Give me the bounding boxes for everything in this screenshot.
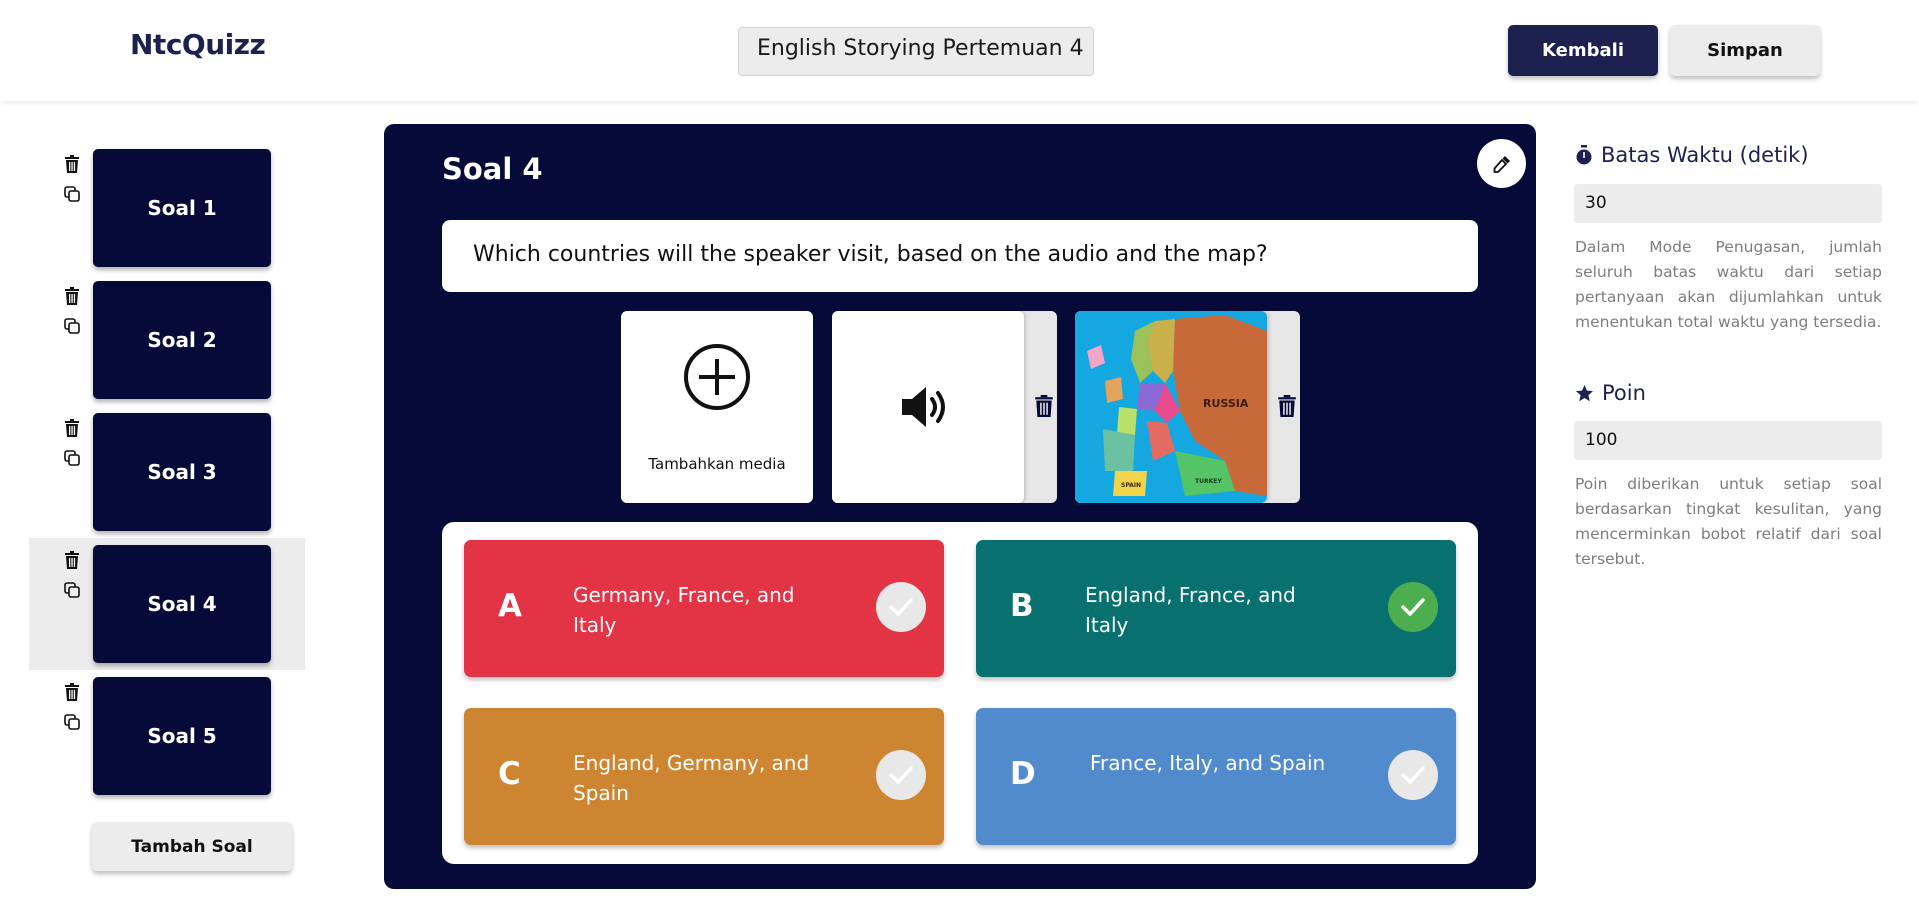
- check-icon: [889, 598, 913, 616]
- question-row-1: Soal 1: [29, 149, 305, 281]
- points-label: Poin: [1602, 381, 1646, 405]
- top-bar: NtcQuizz English Storying Pertemuan 4 Ke…: [0, 0, 1919, 101]
- theme-picker-button[interactable]: [1477, 139, 1526, 188]
- logo: NtcQuizz: [130, 28, 266, 61]
- points-heading: Poin: [1575, 381, 1646, 405]
- trash-icon[interactable]: [1034, 395, 1054, 417]
- points-description: Poin diberikan untuk setiap soal berdasa…: [1575, 475, 1882, 568]
- time-limit-label: Batas Waktu (detik): [1601, 143, 1809, 167]
- answer-letter: D: [1010, 756, 1036, 792]
- answer-text[interactable]: France, Italy, and Spain: [1090, 748, 1345, 778]
- question-card[interactable]: Soal 2: [93, 281, 271, 399]
- trash-icon[interactable]: [63, 551, 81, 569]
- copy-icon[interactable]: [64, 450, 80, 466]
- image-media-item: RUSSIA TURKEY SPAIN: [1075, 311, 1300, 503]
- copy-icon[interactable]: [64, 318, 80, 334]
- answer-text[interactable]: England, France, and Italy: [1085, 580, 1340, 640]
- audio-media-item: [832, 311, 1057, 503]
- question-editor: Soal 4 Which countries will the speaker …: [384, 124, 1536, 889]
- question-title: Soal 4: [442, 152, 543, 186]
- star-icon: [1575, 384, 1594, 401]
- add-media-label: Tambahkan media: [648, 455, 786, 473]
- trash-icon[interactable]: [63, 683, 81, 701]
- question-card[interactable]: Soal 1: [93, 149, 271, 267]
- answer-option-a[interactable]: A Germany, France, and Italy: [464, 540, 944, 677]
- check-icon: [1401, 766, 1425, 784]
- add-question-button[interactable]: Tambah Soal: [92, 822, 292, 871]
- copy-icon[interactable]: [64, 714, 80, 730]
- question-card[interactable]: Soal 4: [93, 545, 271, 663]
- question-row-5: Soal 5: [29, 677, 305, 809]
- map-label-russia: RUSSIA: [1203, 397, 1249, 410]
- answer-text[interactable]: England, Germany, and Spain: [573, 748, 828, 808]
- check-icon: [889, 766, 913, 784]
- answer-letter: C: [498, 756, 521, 792]
- correct-toggle[interactable]: [1388, 582, 1438, 632]
- question-row-3: Soal 3: [29, 413, 305, 545]
- save-button[interactable]: Simpan: [1670, 25, 1820, 76]
- trash-icon[interactable]: [63, 419, 81, 437]
- question-card[interactable]: Soal 5: [93, 677, 271, 795]
- answer-grid: A Germany, France, and Italy B England, …: [442, 522, 1478, 864]
- copy-icon[interactable]: [64, 186, 80, 202]
- copy-icon[interactable]: [64, 582, 80, 598]
- back-button[interactable]: Kembali: [1508, 25, 1658, 76]
- plus-circle-icon: [684, 344, 750, 410]
- question-card[interactable]: Soal 3: [93, 413, 271, 531]
- correct-toggle[interactable]: [1388, 750, 1438, 800]
- europe-map-image: RUSSIA TURKEY SPAIN: [1075, 311, 1267, 503]
- question-row-2: Soal 2: [29, 281, 305, 413]
- trash-icon[interactable]: [63, 155, 81, 173]
- question-text-input[interactable]: Which countries will the speaker visit, …: [442, 220, 1478, 292]
- answer-option-d[interactable]: D France, Italy, and Spain: [976, 708, 1456, 845]
- map-label-turkey: TURKEY: [1195, 478, 1222, 485]
- time-limit-description: Dalam Mode Penugasan, jumlah seluruh bat…: [1575, 238, 1882, 331]
- answer-text[interactable]: Germany, France, and Italy: [573, 580, 828, 640]
- add-media-button[interactable]: Tambahkan media: [621, 311, 813, 503]
- speaker-icon: [902, 387, 945, 427]
- check-icon: [1401, 598, 1425, 616]
- trash-icon[interactable]: [63, 287, 81, 305]
- eyedropper-icon: [1493, 155, 1510, 173]
- stopwatch-icon: [1576, 145, 1592, 165]
- correct-toggle[interactable]: [876, 582, 926, 632]
- points-input[interactable]: 100: [1574, 421, 1882, 460]
- correct-toggle[interactable]: [876, 750, 926, 800]
- time-limit-heading: Batas Waktu (detik): [1575, 143, 1809, 167]
- quiz-title-input[interactable]: English Storying Pertemuan 4: [738, 27, 1094, 76]
- answer-option-c[interactable]: C England, Germany, and Spain: [464, 708, 944, 845]
- answer-option-b[interactable]: B England, France, and Italy: [976, 540, 1456, 677]
- time-limit-input[interactable]: 30: [1574, 184, 1882, 223]
- audio-preview[interactable]: [832, 311, 1024, 503]
- answer-letter: B: [1010, 588, 1034, 624]
- trash-icon[interactable]: [1277, 395, 1297, 417]
- question-row-4-active: Soal 4: [29, 538, 305, 670]
- answer-letter: A: [498, 588, 522, 624]
- map-label-spain: SPAIN: [1121, 482, 1141, 489]
- image-preview[interactable]: RUSSIA TURKEY SPAIN: [1075, 311, 1267, 503]
